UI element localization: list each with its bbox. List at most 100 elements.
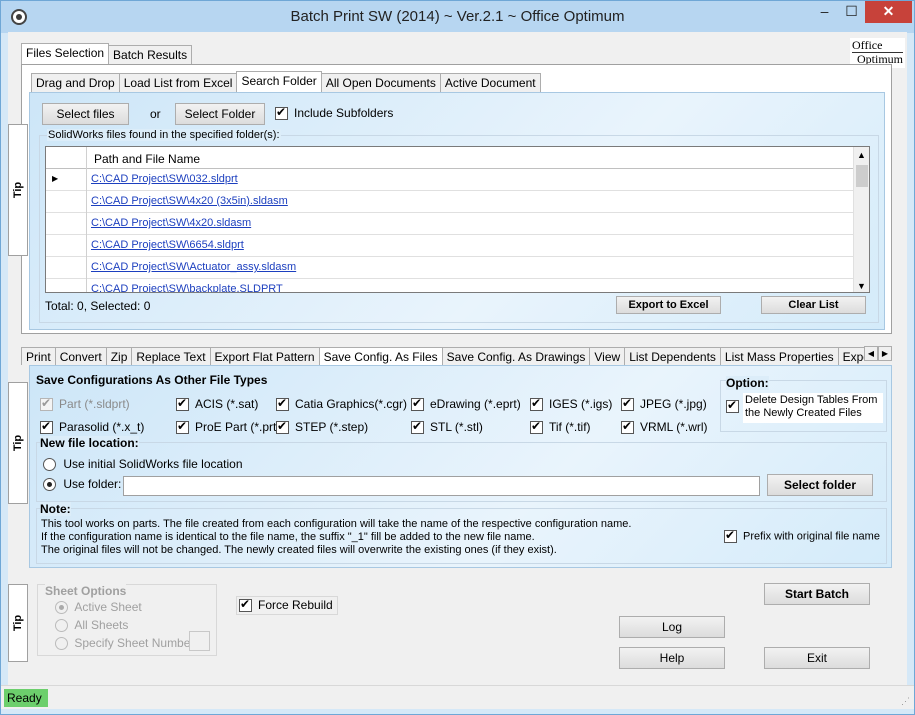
tab-export-bom[interactable]: Export B — [837, 347, 864, 365]
close-button[interactable]: ✕ — [865, 1, 912, 23]
file-link[interactable]: C:\CAD Project\SW\Actuator_assy.sldasm — [91, 261, 296, 273]
file-link[interactable]: C:\CAD Project\SW\4x20.sldasm — [91, 217, 251, 229]
tab-batch-results[interactable]: Batch Results — [108, 45, 193, 64]
file-type-checkbox[interactable] — [530, 396, 543, 412]
file-type-option[interactable]: JPEG (*.jpg) — [621, 396, 707, 412]
tab-all-open-documents[interactable]: All Open Documents — [320, 73, 441, 92]
select-folder-location-button[interactable]: Select folder — [767, 474, 873, 496]
use-initial-location-option[interactable]: Use initial SolidWorks file location — [43, 457, 243, 472]
file-type-label: VRML (*.wrl) — [640, 420, 708, 434]
select-folder-button[interactable]: Select Folder — [175, 103, 265, 125]
files-selection-panel: Drag and Drop Load List from Excel Searc… — [21, 64, 892, 334]
tab-active-document[interactable]: Active Document — [439, 73, 541, 92]
include-subfolders-checkbox[interactable] — [275, 105, 288, 121]
file-type-option[interactable]: eDrawing (*.eprt) — [411, 396, 521, 412]
file-type-checkbox[interactable] — [40, 419, 53, 435]
minimize-button[interactable]: ‒ — [811, 1, 838, 23]
table-row[interactable]: C:\CAD Project\SW\6654.sldprt — [46, 235, 853, 257]
file-type-option[interactable]: Catia Graphics(*.cgr) — [276, 396, 407, 412]
found-files-label: SolidWorks files found in the specified … — [47, 129, 281, 141]
tab-replace-text[interactable]: Replace Text — [131, 347, 211, 365]
file-link[interactable]: C:\CAD Project\SW\032.sldprt — [91, 173, 238, 185]
use-folder-radio[interactable] — [43, 478, 56, 492]
maximize-button[interactable]: ☐ — [838, 1, 865, 23]
resize-grip-icon[interactable]: ⋰ — [901, 696, 910, 707]
start-batch-button[interactable]: Start Batch — [764, 583, 870, 605]
file-type-checkbox[interactable] — [621, 419, 634, 435]
clear-list-button[interactable]: Clear List — [761, 296, 866, 314]
prefix-checkbox[interactable] — [724, 528, 737, 543]
all-sheets-option[interactable]: All Sheets — [55, 618, 128, 633]
search-folder-panel: Select files or Select Folder Include Su… — [29, 92, 885, 330]
tab-list-mass-properties[interactable]: List Mass Properties — [719, 347, 839, 365]
tip-tab-bottom[interactable]: Tip — [8, 584, 28, 662]
file-type-checkbox[interactable] — [411, 396, 424, 412]
include-subfolders-option[interactable]: Include Subfolders — [275, 105, 393, 121]
file-type-checkbox[interactable] — [176, 419, 189, 435]
force-rebuild-option[interactable]: Force Rebuild — [236, 596, 338, 616]
specify-sheet-radio[interactable] — [55, 637, 68, 651]
force-rebuild-checkbox[interactable] — [239, 597, 252, 613]
file-type-checkbox[interactable] — [621, 396, 634, 412]
tip-tab-top[interactable]: Tip — [8, 124, 28, 256]
table-row[interactable]: ▶ C:\CAD Project\SW\032.sldprt — [46, 169, 853, 191]
tab-files-selection[interactable]: Files Selection — [21, 43, 110, 64]
folder-path-input[interactable] — [123, 476, 760, 496]
tab-scroll-right-icon[interactable]: ▶ — [878, 346, 892, 361]
export-to-excel-button[interactable]: Export to Excel — [616, 296, 721, 314]
scroll-down-icon[interactable]: ▼ — [857, 281, 866, 291]
sheet-number-input[interactable] — [189, 631, 210, 651]
file-type-checkbox[interactable] — [176, 396, 189, 412]
file-type-checkbox[interactable] — [276, 419, 289, 435]
file-type-option[interactable]: STL (*.stl) — [411, 419, 483, 435]
column-path[interactable]: Path and File Name — [94, 152, 200, 166]
file-type-option[interactable]: ProE Part (*.prt) — [176, 419, 280, 435]
tab-drag-and-drop[interactable]: Drag and Drop — [31, 73, 120, 92]
tab-load-list-excel[interactable]: Load List from Excel — [118, 73, 238, 92]
tab-export-flat-pattern[interactable]: Export Flat Pattern — [209, 347, 320, 365]
table-row[interactable]: C:\CAD Project\SW\Actuator_assy.sldasm — [46, 257, 853, 279]
active-sheet-radio[interactable] — [55, 601, 68, 615]
file-type-checkbox[interactable] — [276, 396, 289, 412]
delete-design-tables-checkbox[interactable] — [726, 398, 739, 414]
table-row[interactable]: C:\CAD Project\SW\4x20.sldasm — [46, 213, 853, 235]
active-sheet-option[interactable]: Active Sheet — [55, 600, 142, 615]
file-type-checkbox[interactable] — [530, 419, 543, 435]
help-button[interactable]: Help — [619, 647, 725, 669]
file-type-option[interactable]: IGES (*.igs) — [530, 396, 612, 412]
tab-search-folder[interactable]: Search Folder — [236, 71, 322, 92]
file-link[interactable]: C:\CAD Project\SW\4x20 (3x5in).sldasm — [91, 195, 288, 207]
exit-button[interactable]: Exit — [764, 647, 870, 669]
file-link[interactable]: C:\CAD Project\SW\6654.sldprt — [91, 239, 244, 251]
file-type-option[interactable]: VRML (*.wrl) — [621, 419, 708, 435]
scroll-thumb[interactable] — [856, 165, 868, 187]
prefix-option[interactable]: Prefix with original file name — [724, 528, 880, 543]
tab-scroll-left-icon[interactable]: ◀ — [864, 346, 878, 361]
table-row[interactable]: C:\CAD Project\SW\4x20 (3x5in).sldasm — [46, 191, 853, 213]
tab-print[interactable]: Print — [21, 347, 56, 365]
tab-view[interactable]: View — [589, 347, 626, 365]
use-initial-radio[interactable] — [43, 458, 56, 472]
file-type-checkbox[interactable] — [411, 419, 424, 435]
file-type-option[interactable]: Tif (*.tif) — [530, 419, 591, 435]
tab-convert[interactable]: Convert — [54, 347, 107, 365]
tab-zip[interactable]: Zip — [105, 347, 133, 365]
log-button[interactable]: Log — [619, 616, 725, 638]
use-folder-option[interactable]: Use folder: — [43, 477, 121, 492]
scroll-up-icon[interactable]: ▲ — [857, 150, 866, 160]
status-text: Ready — [4, 689, 48, 707]
grid-scrollbar[interactable]: ▲ ▼ — [853, 147, 869, 292]
all-sheets-radio[interactable] — [55, 619, 68, 633]
file-type-option[interactable]: ACIS (*.sat) — [176, 396, 258, 412]
specify-sheet-option[interactable]: Specify Sheet Number: — [55, 636, 198, 651]
files-grid[interactable]: Path and File Name ▶ C:\CAD Project\SW\03… — [45, 146, 870, 293]
tab-save-config-as-drawings[interactable]: Save Config. As Drawings — [441, 347, 591, 365]
tab-list-dependents[interactable]: List Dependents — [624, 347, 721, 365]
file-link[interactable]: C:\CAD Project\SW\backplate.SLDPRT — [91, 283, 283, 292]
file-type-option[interactable]: STEP (*.step) — [276, 419, 368, 435]
tab-save-config-as-files[interactable]: Save Config. As Files — [318, 347, 443, 365]
file-type-option[interactable]: Parasolid (*.x_t) — [40, 419, 144, 435]
table-row[interactable]: C:\CAD Project\SW\backplate.SLDPRT — [46, 279, 853, 292]
select-files-button[interactable]: Select files — [42, 103, 129, 125]
tip-tab-middle[interactable]: Tip — [8, 382, 28, 504]
